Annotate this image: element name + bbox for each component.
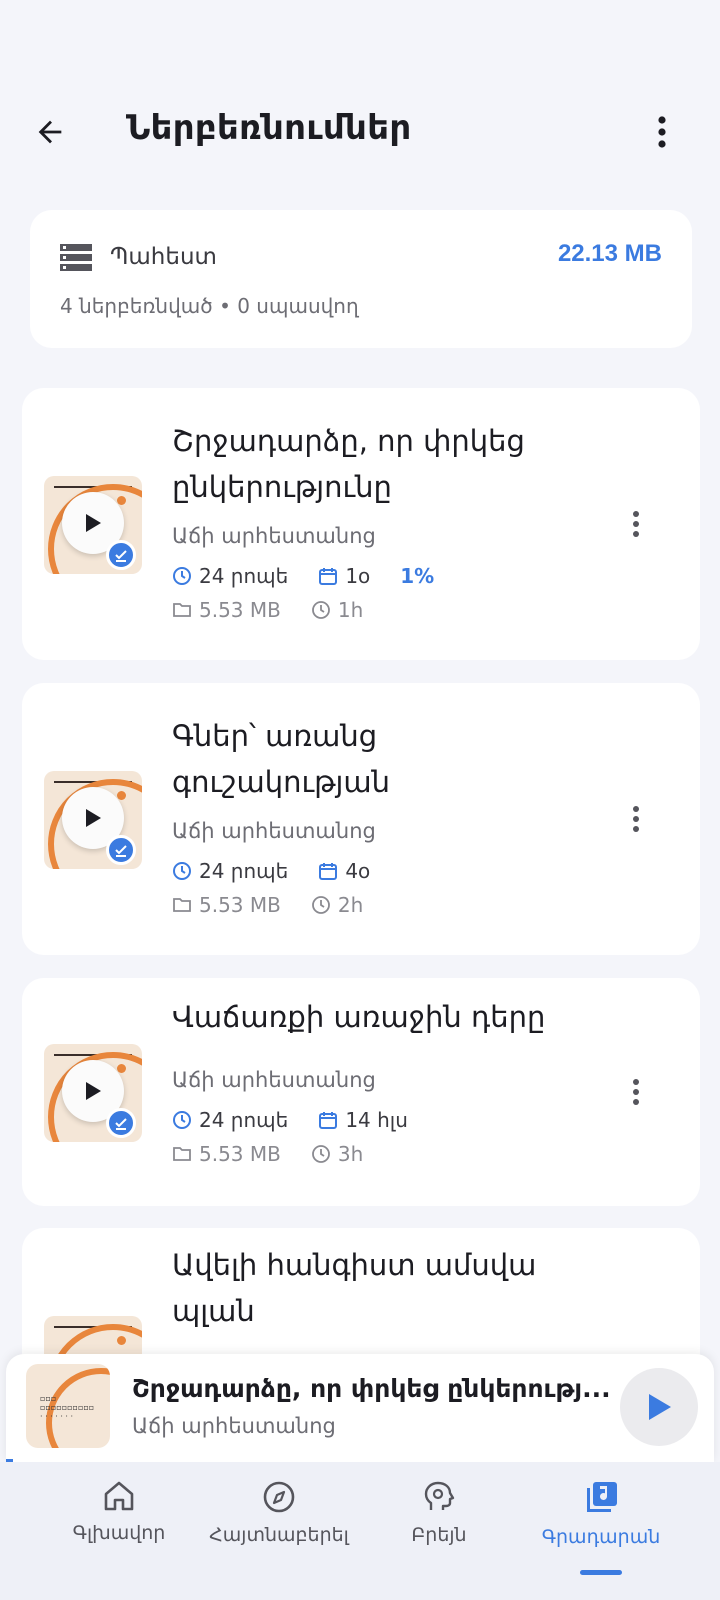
nav-label: Բրեյն <box>411 1524 467 1546</box>
downloaded-ago: 2h <box>337 893 364 917</box>
back-button[interactable] <box>28 110 72 154</box>
episode-title: Գներ՝ առանց գուշակության <box>172 719 391 799</box>
mini-player[interactable]: ▫▫▫ ▫▫▫▫▫▫▫▫▫▫ · · · · · · · Շրջադարձը, որ… <box>6 1354 714 1462</box>
episode-file-meta: 5.53 MB 3h <box>172 1142 393 1166</box>
episode-meta: 24 րոպե 14 հլս <box>172 1108 438 1132</box>
file-size: 5.53 MB <box>199 598 281 622</box>
item-more-button[interactable] <box>616 1072 656 1112</box>
compass-icon <box>263 1481 295 1513</box>
downloaded-check-icon <box>106 1108 136 1138</box>
folder-icon <box>173 898 191 912</box>
bottom-navigation: Գլխավոր Հայտնաբերել Բրեյն Գրադարան <box>0 1462 720 1600</box>
mini-play-button[interactable] <box>620 1368 698 1446</box>
episode-meta: 24 րոպե 4օ <box>172 859 400 883</box>
nav-label: Գրադարան <box>541 1526 661 1548</box>
active-tab-indicator <box>580 1570 622 1575</box>
nav-item-library[interactable]: Գրադարան <box>516 1480 686 1548</box>
calendar-icon <box>319 863 338 880</box>
more-vertical-icon <box>658 116 666 148</box>
nav-item-brain[interactable]: Բրեյն <box>354 1480 524 1546</box>
download-item[interactable]: Գներ՝ առանց գուշակության Աճի արհեստանոց … <box>22 683 700 955</box>
episode-progress: 1% <box>400 564 435 588</box>
episode-title: Շրջադարձը, որ փրկեց ընկերությունը <box>172 424 525 504</box>
episode-meta: 24 րոպե 1օ 1% <box>172 564 464 588</box>
episode-date: 14 հլս <box>345 1108 408 1132</box>
episode-title: Վաճառքի առաջին դերը <box>172 1000 546 1034</box>
calendar-icon <box>319 568 338 585</box>
play-icon <box>86 809 101 827</box>
episode-duration: 24 րոպե <box>199 1108 289 1132</box>
nav-label: Գլխավոր <box>72 1522 166 1544</box>
downloaded-check-icon <box>106 540 136 570</box>
calendar-icon <box>319 1112 338 1129</box>
play-icon <box>86 1082 101 1100</box>
episode-author: Աճի արհեստանոց <box>172 524 376 548</box>
home-icon <box>104 1481 134 1511</box>
storage-icon <box>60 244 92 271</box>
episode-date: 4օ <box>345 859 371 883</box>
arrow-left-icon <box>38 120 62 144</box>
episode-author: Աճի արհեստանոց <box>172 1068 376 1092</box>
storage-summary: 4 ներբեռնված • 0 սպասվող <box>60 294 359 318</box>
storage-size: 22.13 MB <box>557 240 662 267</box>
clock-icon <box>173 567 191 585</box>
file-size: 5.53 MB <box>199 893 281 917</box>
folder-icon <box>173 603 191 617</box>
play-icon <box>649 1394 671 1420</box>
download-item[interactable]: Վաճառքի առաջին դերը Աճի արհեստանոց 24 րո… <box>22 978 700 1206</box>
more-vertical-icon <box>633 806 639 832</box>
folder-icon <box>173 1147 191 1161</box>
clock-icon <box>173 862 191 880</box>
brain-gear-icon <box>424 1481 455 1510</box>
episode-date: 1օ <box>345 564 371 588</box>
music-library-icon <box>587 1482 617 1512</box>
page-title: Ներբեռնումներ <box>126 108 412 148</box>
item-more-button[interactable] <box>616 799 656 839</box>
episode-file-meta: 5.53 MB 1h <box>172 598 393 622</box>
overflow-menu-button[interactable] <box>640 110 684 154</box>
storage-title: Պահեստ <box>110 244 217 270</box>
storage-summary-card: Պահեստ 22.13 MB 4 ներբեռնված • 0 սպասվող <box>30 210 692 348</box>
downloaded-ago: 3h <box>337 1142 364 1166</box>
now-playing-cover[interactable]: ▫▫▫ ▫▫▫▫▫▫▫▫▫▫ · · · · · · · <box>26 1364 110 1448</box>
episode-duration: 24 րոպե <box>199 859 289 883</box>
more-vertical-icon <box>633 511 639 537</box>
episode-duration: 24 րոպե <box>199 564 289 588</box>
nav-label: Հայտնաբերել <box>209 1524 349 1546</box>
download-item[interactable]: Շրջադարձը, որ փրկեց ընկերությունը Աճի ար… <box>22 388 700 660</box>
file-size: 5.53 MB <box>199 1142 281 1166</box>
episode-title: Ավելի հանգիստ ամսվա պլան <box>172 1248 537 1328</box>
now-playing-author: Աճի արհեստանոց <box>132 1414 336 1438</box>
play-icon <box>86 514 101 532</box>
clock-icon <box>173 1111 191 1129</box>
now-playing-title: Շրջադարձը, որ փրկեց ընկերությ... <box>132 1374 611 1403</box>
time-icon <box>311 601 330 619</box>
downloaded-check-icon <box>106 835 136 865</box>
time-icon <box>311 896 330 914</box>
nav-item-home[interactable]: Գլխավոր <box>34 1480 204 1544</box>
nav-item-discover[interactable]: Հայտնաբերել <box>194 1480 364 1546</box>
more-vertical-icon <box>633 1079 639 1105</box>
episode-file-meta: 5.53 MB 2h <box>172 893 393 917</box>
time-icon <box>311 1145 330 1163</box>
downloaded-ago: 1h <box>337 598 364 622</box>
episode-author: Աճի արհեստանոց <box>172 819 376 843</box>
item-more-button[interactable] <box>616 504 656 544</box>
app-header: Ներբեռնումներ <box>0 96 720 166</box>
